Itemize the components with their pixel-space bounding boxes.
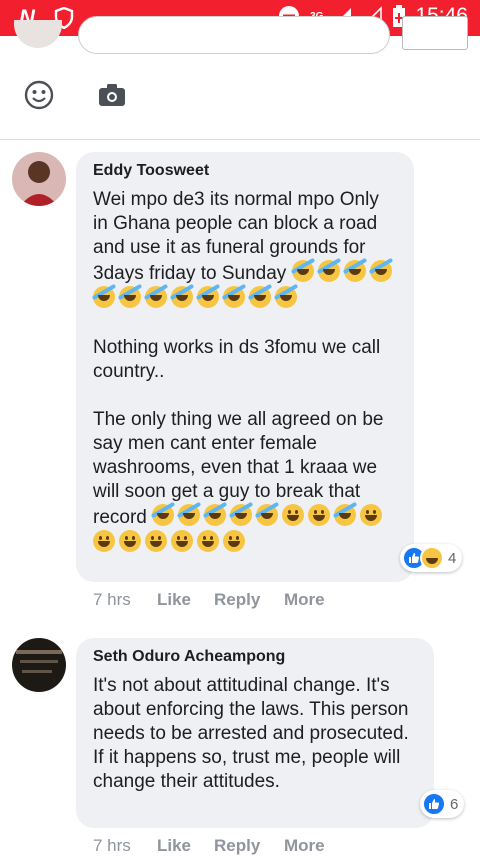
comment-text: Nothing works in ds 3fomu we call countr… xyxy=(93,337,381,382)
reaction-summary[interactable]: 6 xyxy=(420,790,465,818)
comment-bubble: Seth Oduro Acheampong It's not about att… xyxy=(76,638,434,828)
avatar xyxy=(14,20,62,48)
reaction-summary[interactable]: 4 xyxy=(400,544,463,572)
comment-text: It's not about attitudinal change. It's … xyxy=(93,675,409,792)
reaction-count: 6 xyxy=(450,795,459,813)
comment-text: The only thing we all agreed on be say m… xyxy=(93,408,396,556)
reply-button[interactable]: Reply xyxy=(214,836,284,856)
comment-actions: 7 hrs Like Reply More xyxy=(93,836,325,856)
avatar[interactable] xyxy=(12,152,66,206)
comment-author[interactable]: Eddy Toosweet xyxy=(93,162,396,180)
like-button[interactable]: Like xyxy=(157,590,214,610)
more-button[interactable]: More xyxy=(284,590,325,610)
post-button[interactable] xyxy=(402,16,468,50)
haha-reaction-icon xyxy=(420,546,444,570)
comment-text: Wei mpo de3 its normal mpo Only in Ghana… xyxy=(93,188,396,312)
comment-author[interactable]: Seth Oduro Acheampong xyxy=(93,648,416,666)
emoji-icon[interactable] xyxy=(24,80,54,110)
comment-time[interactable]: 7 hrs xyxy=(93,590,157,610)
like-button[interactable]: Like xyxy=(157,836,214,856)
comment-actions: 7 hrs Like Reply More xyxy=(93,590,325,610)
like-reaction-icon xyxy=(422,792,446,816)
comment-bubble: Eddy Toosweet Wei mpo de3 its normal mpo… xyxy=(76,152,414,582)
more-button[interactable]: More xyxy=(284,836,325,856)
avatar[interactable] xyxy=(12,638,66,692)
comment-composer xyxy=(0,16,480,140)
comment-time[interactable]: 7 hrs xyxy=(93,836,157,856)
reply-button[interactable]: Reply xyxy=(214,590,284,610)
reaction-count: 4 xyxy=(448,549,457,567)
comment-input[interactable] xyxy=(78,16,390,54)
camera-icon[interactable] xyxy=(98,83,126,107)
